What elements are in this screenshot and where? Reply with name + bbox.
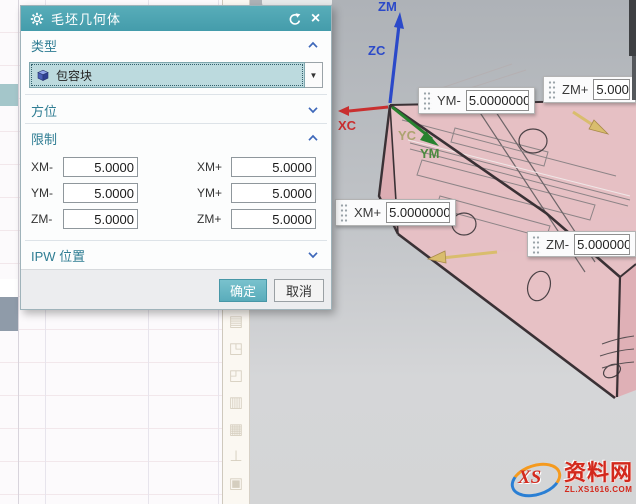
xm-plus-label: XM+ — [197, 160, 231, 174]
blank-type-value: 包容块 — [56, 67, 92, 84]
axis-label-ym: YM — [420, 146, 440, 161]
chevron-up-icon[interactable] — [307, 41, 319, 49]
xs-logo-icon: XS — [508, 458, 560, 498]
panel-divider — [18, 0, 19, 504]
drag-handle-icon[interactable] — [532, 235, 541, 254]
axis-label-yc: YC — [398, 128, 417, 143]
section-header-limits[interactable]: 限制 — [21, 127, 331, 149]
axis-label-zc: ZC — [368, 43, 386, 58]
create-geometry-icon[interactable]: ▤ — [226, 312, 246, 332]
zm-minus-label: ZM- — [31, 212, 63, 226]
program-order-icon[interactable]: ▦ — [226, 420, 246, 440]
chevron-up-icon[interactable] — [307, 134, 319, 142]
section-header-ipw-position[interactable]: IPW 位置 — [21, 244, 331, 266]
scrollbar-thumb[interactable] — [0, 297, 18, 331]
section-label: IPW 位置 — [31, 246, 85, 265]
limit-offset-fields: XM- 5.0000 XM+ 5.0000 YM- 5.0000 YM+ 5.0… — [29, 156, 323, 234]
watermark-site-url: ZL.XS1616.COM — [565, 486, 633, 494]
ym-minus-float-box[interactable]: YM- 5.0000000 — [418, 87, 535, 114]
zm-plus-label: ZM+ — [197, 212, 231, 226]
watermark-logo-text: XS — [518, 467, 541, 489]
blank-geometry-dialog: 毛坯几何体 × 类型 包容块 ▼ — [20, 5, 332, 310]
zm-minus-float-box[interactable]: ZM- 5.0000000 — [527, 231, 636, 257]
ok-button[interactable]: 确定 — [219, 279, 267, 302]
limit-row-x: XM- 5.0000 XM+ 5.0000 — [29, 156, 323, 178]
selected-row-highlight — [0, 84, 18, 106]
watermark-site-name: 资料网 — [564, 462, 633, 484]
screen-edge-band — [629, 0, 636, 56]
limit-row-y: YM- 5.0000 YM+ 5.0000 — [29, 182, 323, 204]
dialog-titlebar[interactable]: 毛坯几何体 × — [21, 6, 331, 31]
app-window: ▤ ◳ ◰ ▥ ▦ ⊥ ▣ — [0, 0, 636, 504]
zm-plus-float-input[interactable]: 5.0000000 — [593, 79, 630, 100]
ym-minus-input[interactable]: 5.0000 — [63, 183, 138, 203]
axis-label-xc: XC — [338, 118, 357, 133]
tool-icon[interactable]: ⊥ — [226, 447, 246, 467]
section-label: 限制 — [31, 129, 57, 148]
bounding-block-icon — [36, 68, 50, 82]
zm-plus-float-box[interactable]: ZM+ 5.0000000 — [543, 76, 636, 103]
xm-plus-input[interactable]: 5.0000 — [231, 157, 316, 177]
ym-plus-label: YM+ — [197, 186, 231, 200]
chevron-down-icon[interactable] — [307, 106, 319, 114]
section-header-type[interactable]: 类型 — [21, 34, 331, 56]
drag-handle-icon[interactable] — [423, 91, 432, 110]
xm-plus-float-box[interactable]: XM+ 5.0000000 — [335, 199, 456, 226]
axis-label-zm: ZM — [378, 0, 397, 14]
zm-minus-input[interactable]: 5.0000 — [63, 209, 138, 229]
zm-plus-input[interactable]: 5.0000 — [231, 209, 316, 229]
ym-plus-input[interactable]: 5.0000 — [231, 183, 316, 203]
reset-icon[interactable] — [286, 11, 301, 26]
section-label: 类型 — [31, 36, 57, 55]
section-header-orientation[interactable]: 方位 — [21, 99, 331, 121]
blank-type-dropdown[interactable]: 包容块 — [29, 62, 305, 88]
row-block — [0, 279, 18, 297]
drag-handle-icon[interactable] — [340, 203, 349, 222]
chevron-down-icon[interactable] — [307, 251, 319, 259]
dropdown-arrow-button[interactable]: ▼ — [305, 62, 323, 88]
cancel-button[interactable]: 取消 — [274, 279, 324, 302]
watermark: XS 资料网 ZL.XS1616.COM — [508, 458, 633, 498]
drag-handle-icon[interactable] — [548, 80, 557, 99]
zm-minus-float-input[interactable]: 5.0000000 — [574, 234, 630, 255]
zm-minus-float-label: ZM- — [546, 237, 569, 252]
xm-plus-float-label: XM+ — [354, 205, 381, 220]
screen-edge-band — [632, 56, 636, 100]
workpiece-icon[interactable]: ◰ — [226, 366, 246, 386]
xm-minus-input[interactable]: 5.0000 — [63, 157, 138, 177]
xm-plus-float-input[interactable]: 5.0000000 — [386, 202, 450, 223]
machining-setup-icon[interactable]: ◳ — [226, 339, 246, 359]
zm-plus-float-label: ZM+ — [562, 82, 588, 97]
ym-minus-float-label: YM- — [437, 93, 461, 108]
close-icon[interactable]: × — [308, 11, 323, 26]
ym-minus-float-input[interactable]: 5.0000000 — [466, 90, 529, 111]
limit-row-z: ZM- 5.0000 ZM+ 5.0000 — [29, 208, 323, 230]
ym-minus-label: YM- — [31, 186, 63, 200]
dialog-title: 毛坯几何体 — [51, 9, 279, 28]
xm-minus-label: XM- — [31, 160, 63, 174]
gear-icon — [29, 11, 44, 26]
section-label: 方位 — [31, 101, 57, 120]
operation-icon[interactable]: ▥ — [226, 393, 246, 413]
method-icon[interactable]: ▣ — [226, 474, 246, 494]
dialog-footer: 确定 取消 — [21, 269, 331, 309]
